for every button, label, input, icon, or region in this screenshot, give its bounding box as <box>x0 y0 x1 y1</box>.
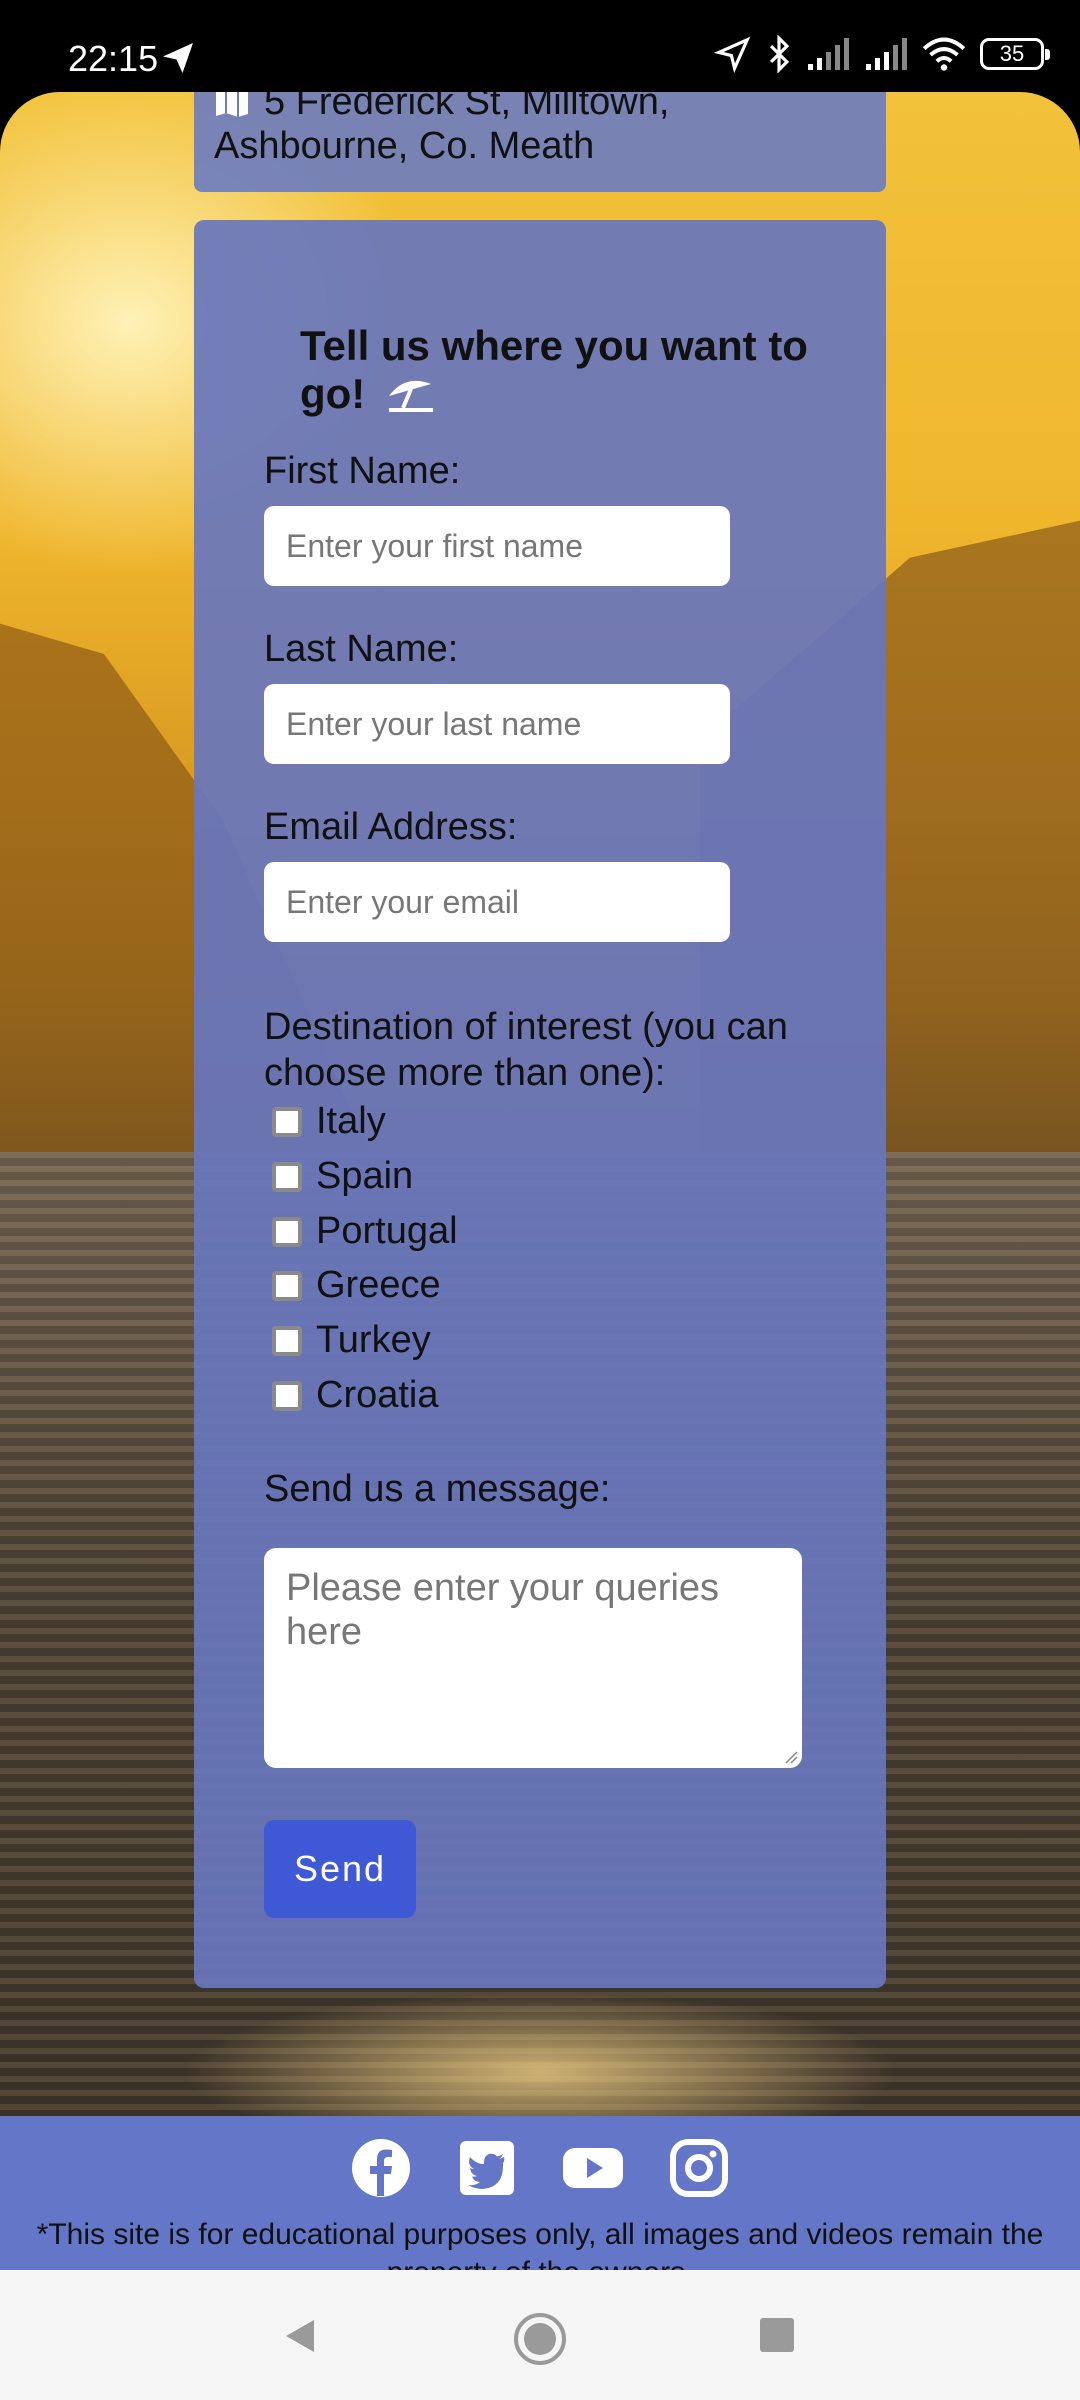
message-label: Send us a message: <box>264 1468 611 1510</box>
email-input[interactable] <box>264 862 730 942</box>
system-nav-bar <box>0 2270 1080 2400</box>
address-card: 5 Frederick St, Milltown, Ashbourne, Co.… <box>194 92 886 192</box>
checkbox[interactable] <box>272 1161 302 1192</box>
checkbox[interactable] <box>272 1270 302 1301</box>
bluetooth-icon <box>769 35 790 73</box>
page-viewport[interactable]: 5 Frederick St, Milltown, Ashbourne, Co.… <box>0 92 1080 2270</box>
destination-label: Spain <box>316 1155 414 1197</box>
address-line-2: Ashbourne, Co. Meath <box>214 125 595 167</box>
last-name-input[interactable] <box>264 684 730 764</box>
wifi-icon <box>922 37 966 71</box>
telegram-send-icon <box>163 43 193 73</box>
last-name-label: Last Name: <box>264 628 459 670</box>
send-button[interactable]: Send <box>264 1820 416 1918</box>
status-time: 22:15 <box>68 38 159 79</box>
checkbox[interactable] <box>272 1380 302 1411</box>
youtube-icon[interactable] <box>563 2138 623 2198</box>
email-label: Email Address: <box>264 806 518 848</box>
destination-option-portugal[interactable]: Portugal <box>272 1210 458 1253</box>
destination-label: Croatia <box>316 1374 439 1416</box>
destination-label: Portugal <box>316 1210 458 1252</box>
destination-option-italy[interactable]: Italy <box>272 1100 386 1143</box>
destination-label: Turkey <box>316 1319 431 1361</box>
destination-option-greece[interactable]: Greece <box>272 1264 441 1307</box>
checkbox[interactable] <box>272 1325 302 1356</box>
first-name-label: First Name: <box>264 450 461 492</box>
destination-option-turkey[interactable]: Turkey <box>272 1319 431 1362</box>
battery-level: 35 <box>999 41 1025 66</box>
status-icons: 35 <box>714 34 1050 74</box>
home-icon[interactable] <box>513 2312 567 2366</box>
contact-form-card: Tell us where you want to go! First Name… <box>194 220 886 1988</box>
address-line-1: 5 Frederick St, Milltown, <box>264 92 670 123</box>
beach-umbrella-icon <box>388 380 433 412</box>
recent-apps-icon[interactable] <box>760 2318 794 2352</box>
destination-label: Italy <box>316 1100 386 1142</box>
destination-option-croatia[interactable]: Croatia <box>272 1374 439 1417</box>
destination-question: Destination of interest (you can choose … <box>264 1006 788 1094</box>
battery-icon: 35 <box>980 38 1050 70</box>
instagram-icon[interactable] <box>669 2138 729 2198</box>
message-textarea[interactable]: Please enter your queries here <box>264 1548 802 1768</box>
message-placeholder: Please enter your queries here <box>286 1567 720 1653</box>
signal-icon <box>866 38 907 70</box>
form-title: Tell us where you want to go! <box>300 322 820 418</box>
form-title-text: Tell us where you want to go! <box>300 322 808 417</box>
footer-disclaimer: *This site is for educational purposes o… <box>36 2218 1044 2270</box>
location-arrow-icon <box>714 36 751 73</box>
first-name-input[interactable] <box>264 506 730 586</box>
site-footer: *This site is for educational purposes o… <box>0 2116 1080 2270</box>
twitter-icon[interactable] <box>457 2138 517 2198</box>
map-icon <box>216 92 248 117</box>
facebook-icon[interactable] <box>351 2138 411 2198</box>
status-bar: 22:15 35 <box>0 0 1080 92</box>
checkbox[interactable] <box>272 1216 302 1247</box>
destination-option-spain[interactable]: Spain <box>272 1155 413 1198</box>
checkbox[interactable] <box>272 1106 302 1137</box>
destination-label: Greece <box>316 1264 441 1306</box>
resize-grip-icon[interactable] <box>784 1750 798 1764</box>
back-icon[interactable] <box>280 2316 320 2356</box>
signal-icon <box>808 38 849 70</box>
social-links <box>0 2138 1080 2198</box>
